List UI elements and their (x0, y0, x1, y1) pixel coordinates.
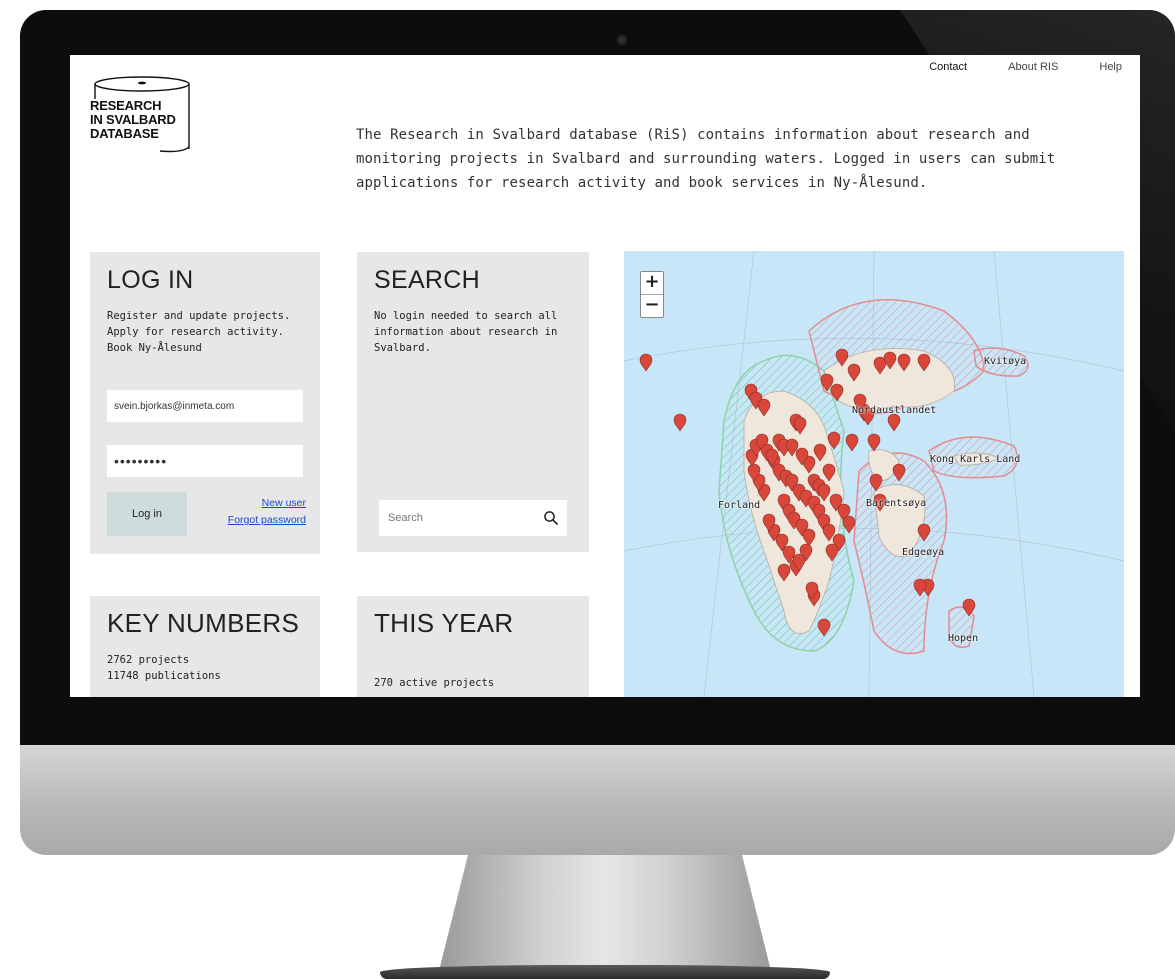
map-marker-icon[interactable] (673, 413, 687, 432)
this-year-active-projects: 270 active projects (374, 677, 495, 689)
search-box (379, 500, 567, 536)
search-panel: SEARCH No login needed to search all inf… (357, 252, 589, 552)
svalbard-map[interactable]: + − Kvitøya Nordaustlandet Kong Karls La… (624, 251, 1124, 697)
search-desc-line: information about research in (374, 326, 558, 338)
search-icon[interactable] (543, 510, 559, 526)
key-numbers-title: KEY NUMBERS (107, 608, 300, 638)
map-label-barentsoya: Barentsøya (866, 498, 927, 509)
login-description: Register and update projects. Apply for … (107, 308, 290, 356)
nav-help-link[interactable]: Help (1099, 61, 1122, 73)
zoom-out-button[interactable]: − (641, 295, 663, 317)
map-marker-icon[interactable] (867, 433, 881, 452)
password-field[interactable] (107, 445, 303, 477)
map-canvas[interactable] (624, 251, 1124, 697)
monitor-stand (440, 855, 770, 967)
logo-line-2: IN SVALBARD (90, 112, 176, 127)
intro-line-2: monitoring projects in Svalbard and surr… (356, 151, 1056, 167)
intro-line-3: applications for research activity and b… (356, 175, 928, 191)
search-input[interactable] (379, 500, 529, 536)
zoom-in-button[interactable]: + (641, 272, 663, 295)
intro-text: The Research in Svalbard database (RiS) … (356, 123, 1076, 195)
key-number-projects: 2762 projects (107, 654, 190, 666)
map-label-forland: Forland (718, 500, 761, 511)
top-navigation: Contact About RIS Help (929, 61, 1122, 73)
nav-about-link[interactable]: About RIS (1008, 61, 1058, 73)
email-field[interactable] (107, 390, 303, 422)
map-label-kvitoya: Kvitøya (984, 356, 1027, 367)
zoom-control: + − (640, 271, 664, 318)
browser-screen: RESEARCH IN SVALBARD DATABASE Contact Ab… (70, 55, 1140, 697)
key-number-publications: 11748 publications (107, 670, 221, 682)
map-label-edgeoya: Edgeøya (902, 547, 945, 558)
monitor-stand-base (380, 965, 830, 979)
this-year-panel: THIS YEAR 270 active projects (357, 596, 589, 697)
logo-text: RESEARCH IN SVALBARD DATABASE (90, 99, 176, 141)
map-label-kong-karls-land: Kong Karls Land (930, 454, 1021, 465)
key-numbers-panel: KEY NUMBERS 2762 projects 11748 publicat… (90, 596, 320, 697)
login-desc-line: Book Ny-Ålesund (107, 342, 202, 354)
map-label-hopen: Hopen (948, 633, 979, 644)
search-description: No login needed to search all informatio… (374, 308, 557, 356)
this-year-list: 270 active projects (374, 675, 494, 691)
map-marker-icon[interactable] (887, 413, 901, 432)
monitor-chin (20, 745, 1175, 855)
search-desc-line: No login needed to search all (374, 310, 558, 322)
new-user-link[interactable]: New user (228, 495, 306, 512)
login-desc-line: Register and update projects. (107, 310, 291, 322)
forgot-password-link[interactable]: Forgot password (228, 512, 306, 529)
login-button[interactable]: Log in (107, 492, 187, 536)
nav-contact-link[interactable]: Contact (929, 61, 967, 73)
logo-line-3: DATABASE (90, 126, 159, 141)
this-year-title: THIS YEAR (374, 608, 514, 638)
map-label-nordaustlandet: Nordaustlandet (852, 405, 937, 416)
site-logo[interactable]: RESEARCH IN SVALBARD DATABASE (90, 71, 210, 161)
login-title: LOG IN (107, 266, 194, 294)
intro-line-1: The Research in Svalbard database (RiS) … (356, 127, 1030, 143)
search-desc-line: Svalbard. (374, 342, 431, 354)
search-title: SEARCH (374, 266, 480, 294)
key-numbers-list: 2762 projects 11748 publications (107, 652, 221, 684)
map-marker-icon[interactable] (842, 515, 856, 534)
camera-icon (616, 34, 628, 46)
map-marker-icon[interactable] (639, 353, 653, 372)
map-marker-icon[interactable] (845, 433, 859, 452)
login-links: New user Forgot password (228, 495, 306, 529)
login-desc-line: Apply for research activity. (107, 326, 285, 338)
logo-line-1: RESEARCH (90, 98, 162, 113)
